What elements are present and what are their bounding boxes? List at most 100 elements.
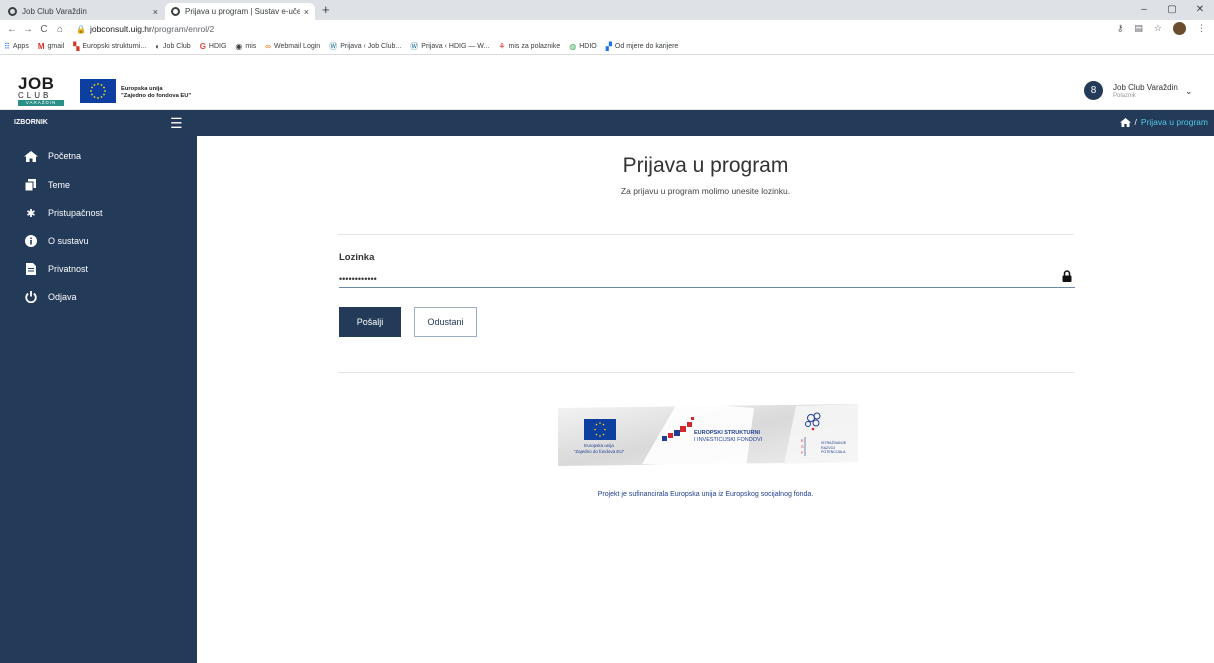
svg-text:E: E: [801, 438, 804, 443]
bookmark-europski[interactable]: ▚ Europski strukturni...: [73, 42, 146, 51]
power-icon: [25, 291, 37, 303]
sidebar-item-odjava[interactable]: Odjava: [24, 289, 77, 305]
profile-avatar-icon[interactable]: [1173, 22, 1186, 35]
bookmark-job-club[interactable]: ◐ Job Club: [155, 42, 190, 51]
banner-esf-line-1: ISTRAŽIVANJE: [821, 441, 847, 445]
translate-icon[interactable]: ▤: [1134, 23, 1143, 34]
browser-tab-bar: Job Club Varaždin × Prijava u program | …: [0, 0, 1214, 20]
gear-icon: ✱: [26, 207, 36, 220]
home-button[interactable]: ⌂: [52, 24, 68, 35]
home-icon[interactable]: [1119, 117, 1131, 127]
more-menu-icon[interactable]: ⋮: [1197, 23, 1206, 34]
bookmark-label: HDIG: [208, 42, 227, 50]
minimize-button[interactable]: –: [1130, 0, 1158, 20]
bookmark-hdio[interactable]: ◍ HDIO: [569, 42, 596, 51]
sidebar: Početna Teme ✱ Pristupačnost O sustavu P…: [0, 136, 197, 663]
hamburger-menu-icon[interactable]: ☰: [170, 116, 183, 130]
user-avatar[interactable]: 8: [1084, 81, 1103, 100]
bookmark-label: Webmail Login: [274, 42, 321, 50]
sidebar-item-privatnost[interactable]: Privatnost: [24, 261, 88, 277]
tab-close-icon[interactable]: ×: [153, 7, 158, 17]
bookmark-label: Od mjere do karijere: [614, 42, 679, 50]
banner-esi-line-1: EUROPSKI STRUKTURNI: [694, 430, 761, 436]
banner-esi-text: EUROPSKI STRUKTURNI I INVESTICIJSKI FOND…: [694, 430, 762, 444]
password-label: Lozinka: [339, 252, 375, 263]
sidebar-item-pocetna[interactable]: Početna: [24, 148, 81, 164]
copy-documents-icon: [24, 179, 36, 191]
bookmark-prijava-hdig[interactable]: Ⓦ Prijava ‹ HDIG — W...: [410, 41, 489, 52]
bookmark-gmail[interactable]: Mgmail: [38, 42, 64, 51]
breadcrumb: / Prijava u program: [1119, 117, 1208, 127]
bookmark-label: Job Club: [163, 42, 191, 50]
banner-eu-text: Europska unija "Zajedno do fondova EU": [569, 443, 629, 454]
divider: [338, 234, 1074, 235]
eu-line-2: "Zajedno do fondova EU": [121, 93, 192, 99]
secure-lock-icon[interactable]: 🔒: [76, 25, 86, 34]
star-icon[interactable]: ☆: [1154, 23, 1162, 34]
sidebar-item-teme[interactable]: Teme: [24, 177, 70, 193]
maximize-button[interactable]: ▢: [1158, 0, 1186, 20]
bookmark-label: Prijava ‹ HDIG — W...: [421, 42, 490, 50]
bookmark-label: Prijava ‹ Job Club...: [340, 42, 402, 50]
breadcrumb-separator: /: [1134, 117, 1137, 127]
globe-icon: ◉: [235, 41, 243, 51]
logo-club-text: CLUB: [18, 91, 52, 100]
bookmark-prijava-job-club[interactable]: Ⓦ Prijava ‹ Job Club...: [329, 41, 401, 52]
bookmark-od-mjere[interactable]: ▞ Od mjere do karijere: [606, 42, 679, 51]
logo-job-text: JOB: [18, 74, 55, 93]
close-window-button[interactable]: ✕: [1186, 0, 1214, 20]
page-title: Prijava u program: [622, 154, 789, 177]
bookmark-label: mis za polaznike: [508, 42, 561, 50]
key-icon[interactable]: ⚷: [1117, 23, 1124, 34]
banner-esi-line-2: I INVESTICIJSKI FONDOVI: [694, 437, 763, 443]
site-favicon-icon: [8, 7, 17, 16]
bookmark-mis[interactable]: ◉ mis: [235, 42, 256, 51]
chevron-down-icon[interactable]: ⌄: [1185, 86, 1193, 97]
logo-city-text: VARAŽDIN: [18, 100, 64, 106]
browser-tab-active[interactable]: Prijava u program | Sustav e-učen ×: [165, 3, 315, 20]
divider: [338, 372, 1074, 373]
bookmark-mis-polaznike[interactable]: ⚘ mis za polaznike: [498, 42, 560, 51]
toolbar-actions: ⚷ ▤ ☆ ⋮: [1117, 22, 1206, 35]
esif-icon: ▚: [73, 41, 80, 51]
forward-button[interactable]: →: [20, 24, 36, 35]
password-field[interactable]: [339, 270, 1075, 288]
sidebar-item-label: Početna: [48, 151, 82, 161]
address-bar[interactable]: jobconsult.uig.hr/program/enrol/2: [90, 24, 214, 34]
send-button[interactable]: Pošalji: [339, 307, 401, 337]
wordpress-icon: Ⓦ: [329, 41, 338, 51]
job-club-logo[interactable]: JOB CLUB VARAŽDIN: [18, 74, 64, 106]
apps-grid-icon: ⠿: [4, 41, 10, 51]
sidebar-item-label: Teme: [48, 180, 71, 190]
funding-note: Projekt je sufinancirala Europska unija …: [597, 491, 814, 498]
bookmark-hdig[interactable]: G HDIG: [200, 42, 227, 51]
url-host: jobconsult.uig.hr: [89, 24, 152, 34]
bookmark-label: Europski strukturni...: [82, 42, 147, 50]
window-controls: – ▢ ✕: [1130, 0, 1214, 20]
gmail-icon: M: [37, 41, 45, 51]
banner-eu-line-2: "Zajedno do fondova EU": [573, 448, 625, 454]
job-club-icon: ◐: [155, 41, 161, 51]
eu-flag-icon: [80, 79, 116, 103]
new-tab-button[interactable]: +: [322, 2, 330, 17]
sidebar-item-pristupacnost[interactable]: ✱ Pristupačnost: [24, 205, 102, 221]
tab-close-icon[interactable]: ×: [304, 7, 309, 17]
back-button[interactable]: ←: [4, 24, 20, 35]
od-mjere-icon: ▞: [605, 41, 612, 51]
eu-line-1: Europska unija: [121, 86, 163, 92]
user-name[interactable]: Job Club Varaždin: [1113, 83, 1178, 92]
bookmark-label: gmail: [47, 42, 65, 50]
url-path: /program/enrol/2: [151, 24, 215, 34]
reload-button[interactable]: C: [36, 24, 52, 35]
sidebar-item-o-sustavu[interactable]: O sustavu: [24, 233, 89, 249]
bookmark-webmail[interactable]: ∞ Webmail Login: [265, 42, 320, 51]
google-icon: G: [199, 41, 206, 51]
tab-title: Job Club Varaždin: [22, 7, 87, 16]
document-icon: [26, 263, 36, 275]
browser-toolbar: ← → C ⌂ 🔒 jobconsult.uig.hr/program/enro…: [0, 20, 1214, 38]
cancel-button[interactable]: Odustani: [414, 307, 477, 337]
browser-tab-job-club[interactable]: Job Club Varaždin ×: [2, 3, 164, 20]
hdio-icon: ◍: [569, 41, 577, 51]
bookmark-apps[interactable]: ⠿ Apps: [4, 42, 29, 51]
user-role: Polaznik: [1113, 93, 1136, 99]
